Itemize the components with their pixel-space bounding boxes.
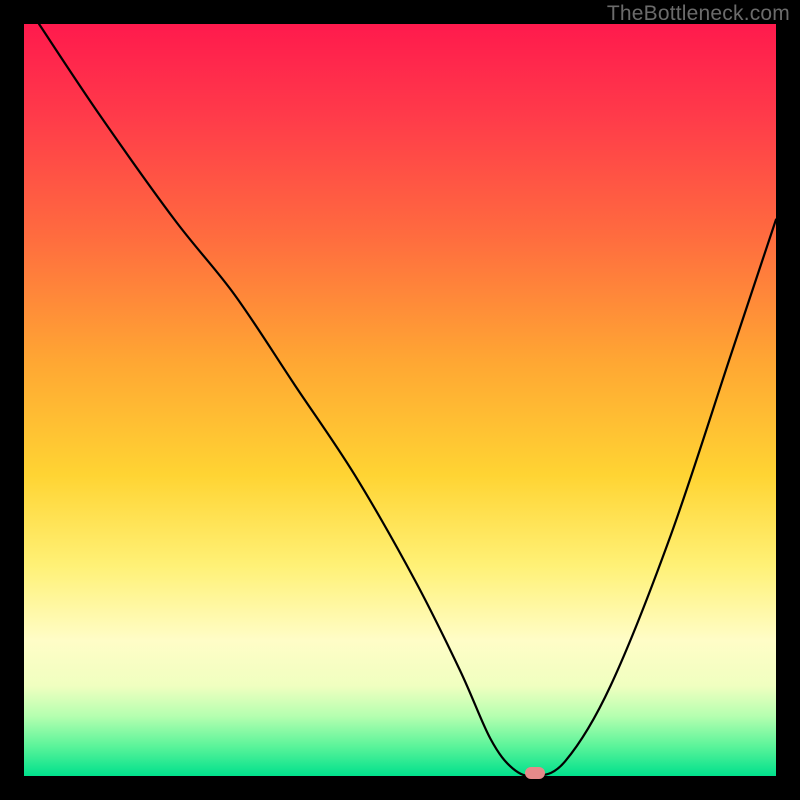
bottleneck-curve	[24, 24, 776, 776]
watermark-text: TheBottleneck.com	[607, 2, 790, 26]
plot-area	[24, 24, 776, 776]
chart-frame: TheBottleneck.com	[0, 0, 800, 800]
optimal-point-marker	[525, 767, 545, 779]
